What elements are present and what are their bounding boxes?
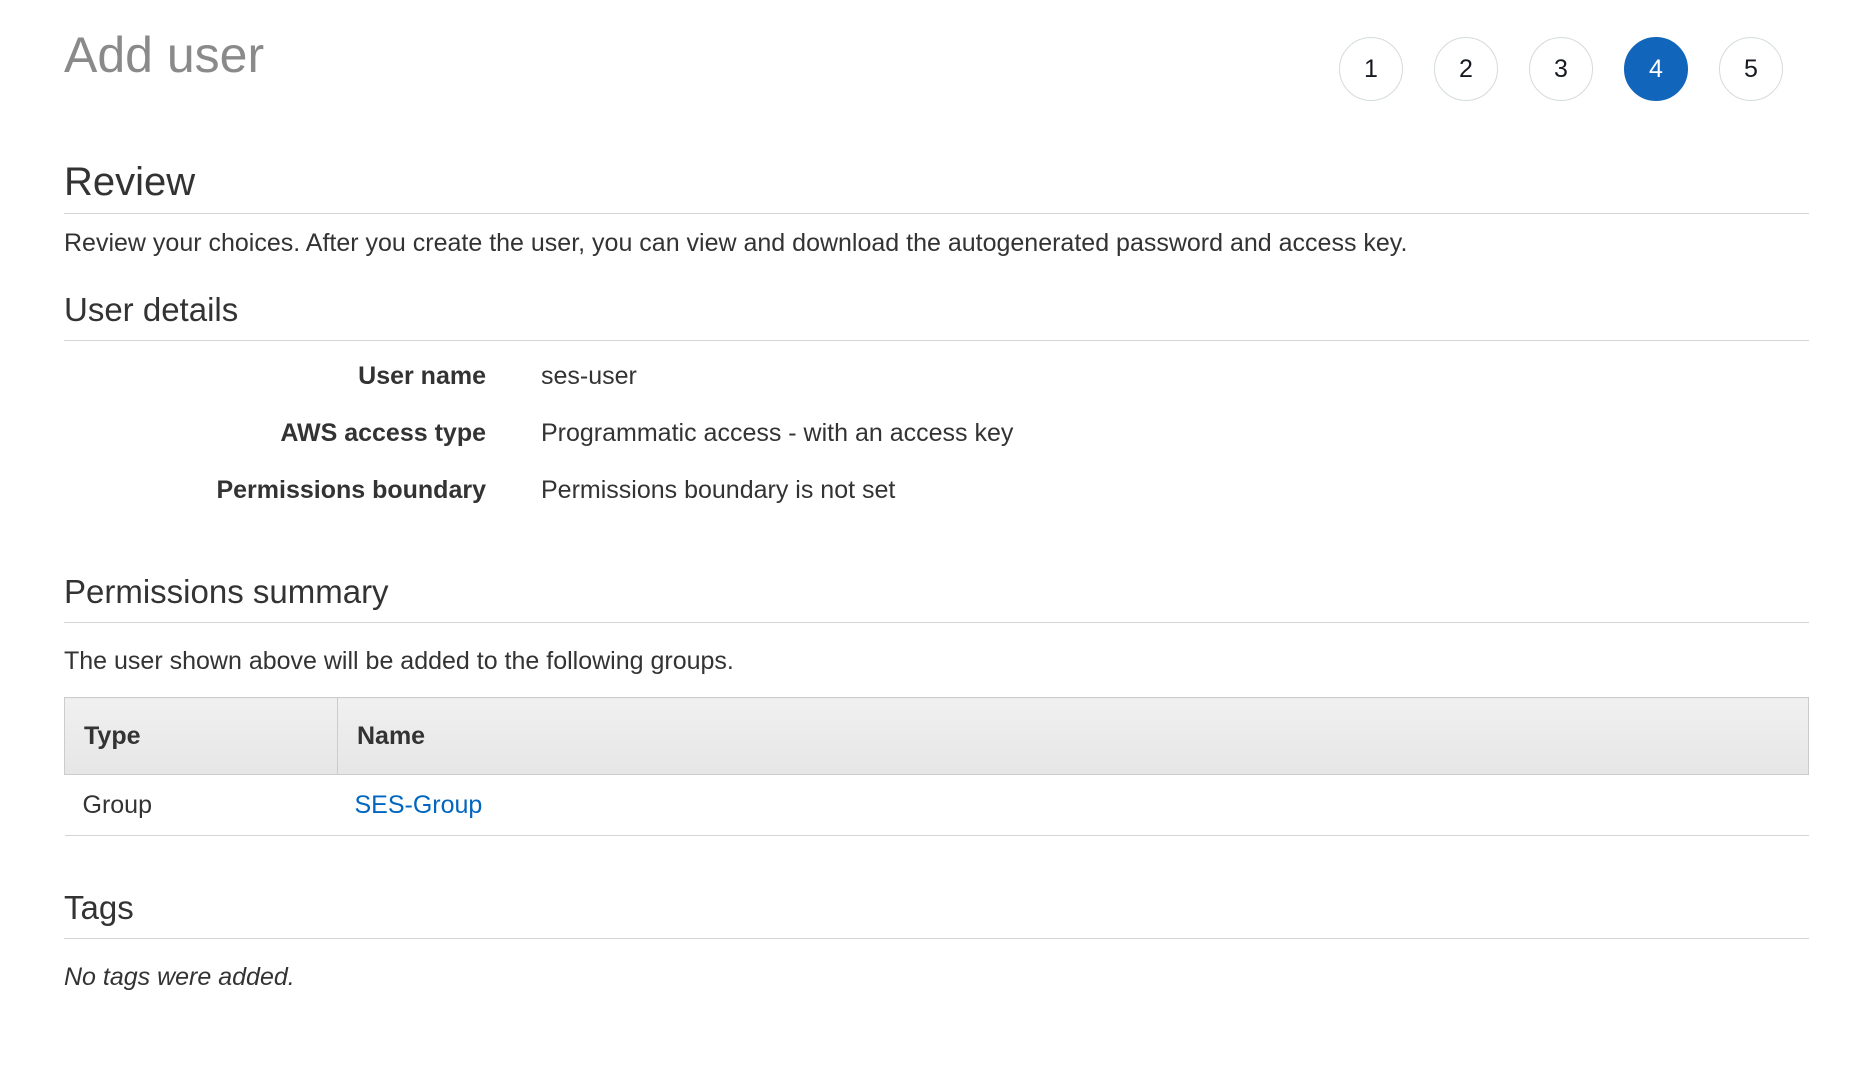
cell-name: SES-Group — [337, 774, 1809, 836]
page-header: Add user 1 2 3 4 5 — [64, 0, 1809, 130]
detail-value: ses-user — [541, 362, 637, 390]
detail-label: Permissions boundary — [216, 476, 486, 504]
detail-label: User name — [358, 362, 486, 390]
detail-row-user-name: User name ses-user — [64, 362, 1809, 419]
wizard-step-4[interactable]: 4 — [1624, 37, 1688, 101]
wizard-step-5[interactable]: 5 — [1719, 37, 1783, 101]
wizard-step-1[interactable]: 1 — [1339, 37, 1403, 101]
table-row: Group SES-Group — [64, 774, 1809, 836]
review-heading: Review — [64, 160, 196, 204]
tags-heading: Tags — [64, 889, 134, 926]
user-details-heading: User details — [64, 291, 239, 328]
wizard-step-3[interactable]: 3 — [1529, 37, 1593, 101]
wizard-steps: 1 2 3 4 5 — [1339, 37, 1783, 101]
detail-row-access-type: AWS access type Programmatic access - wi… — [64, 419, 1809, 476]
page-title: Add user — [64, 27, 265, 83]
column-header-name: Name — [337, 697, 1809, 775]
detail-label: AWS access type — [280, 419, 486, 447]
user-details-list: User name ses-user AWS access type Progr… — [64, 362, 1809, 533]
permissions-summary-description: The user shown above will be added to th… — [64, 647, 734, 675]
detail-row-permissions-boundary: Permissions boundary Permissions boundar… — [64, 476, 1809, 533]
review-description: Review your choices. After you create th… — [64, 229, 1408, 257]
table-header-row: Type Name — [64, 697, 1809, 775]
permissions-summary-divider — [64, 622, 1809, 623]
tags-empty-message: No tags were added. — [64, 963, 295, 991]
tags-divider — [64, 938, 1809, 939]
cell-type: Group — [64, 774, 338, 836]
add-user-page: Add user 1 2 3 4 5 Review Review your ch… — [64, 0, 1809, 991]
permissions-summary-heading: Permissions summary — [64, 573, 389, 610]
detail-value: Permissions boundary is not set — [541, 476, 896, 504]
detail-value: Programmatic access - with an access key — [541, 419, 1014, 447]
review-divider — [64, 213, 1809, 214]
group-link[interactable]: SES-Group — [355, 791, 483, 819]
user-details-divider — [64, 340, 1809, 341]
column-header-type: Type — [64, 697, 338, 775]
groups-table: Type Name Group SES-Group — [64, 697, 1809, 836]
wizard-step-2[interactable]: 2 — [1434, 37, 1498, 101]
